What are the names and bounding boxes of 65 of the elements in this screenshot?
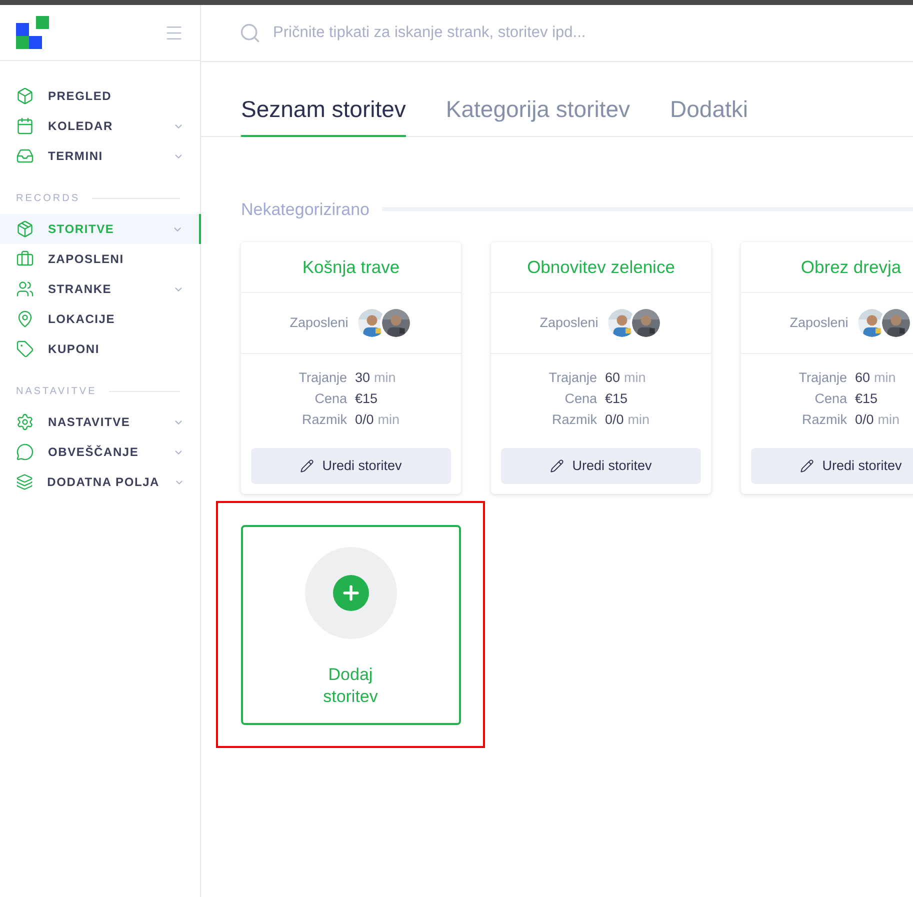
detail-value: 0/0 bbox=[355, 411, 374, 429]
service-name: Košnja trave bbox=[302, 256, 400, 279]
detail-value: €15 bbox=[855, 390, 878, 408]
detail-value: 60 bbox=[855, 369, 870, 387]
detail-value: €15 bbox=[605, 390, 628, 408]
detail-label: Razmik bbox=[800, 411, 847, 429]
map-pin-icon bbox=[16, 310, 34, 328]
service-name: Obnovitev zelenice bbox=[527, 256, 675, 279]
detail-value: €15 bbox=[355, 390, 378, 408]
detail-unit: min bbox=[624, 369, 646, 387]
search-icon bbox=[239, 22, 261, 44]
detail-label: Cena bbox=[814, 390, 847, 408]
sidebar-item[interactable]: ZAPOSLENI bbox=[0, 244, 200, 274]
pencil-icon bbox=[800, 459, 814, 473]
section-title: RECORDS bbox=[16, 192, 80, 206]
sidebar-item[interactable]: STRANKE bbox=[0, 274, 200, 304]
category-title: Nekategorizirano bbox=[241, 198, 370, 220]
detail-value: 0/0 bbox=[855, 411, 874, 429]
users-icon bbox=[16, 280, 34, 298]
tab[interactable]: Seznam storitev bbox=[241, 92, 406, 136]
pencil-icon bbox=[550, 459, 564, 473]
briefcase-icon bbox=[16, 250, 34, 268]
package-icon bbox=[16, 220, 34, 238]
sidebar-item[interactable]: OBVEŠČANJE bbox=[0, 437, 200, 467]
edit-service-button[interactable]: Uredi storitev bbox=[251, 448, 451, 484]
detail-unit: min bbox=[628, 411, 650, 429]
tag-icon bbox=[16, 340, 34, 358]
pencil-icon bbox=[300, 459, 314, 473]
sidebar-item[interactable]: DODATNA POLJA bbox=[0, 467, 200, 497]
detail-label: Razmik bbox=[300, 411, 347, 429]
detail-unit: min bbox=[878, 411, 900, 429]
employees-label: Zaposleni bbox=[540, 314, 598, 332]
chat-bubble-icon bbox=[16, 443, 34, 461]
section-title: NASTAVITVE bbox=[16, 385, 97, 399]
sidebar-item[interactable]: NASTAVITVE bbox=[0, 407, 200, 437]
box-icon bbox=[16, 87, 34, 105]
settings-icon bbox=[16, 413, 34, 431]
detail-value: 0/0 bbox=[605, 411, 624, 429]
detail-label: Trajanje bbox=[548, 369, 597, 387]
detail-unit: min bbox=[374, 369, 396, 387]
sidebar-item[interactable]: KUPONI bbox=[0, 334, 200, 364]
detail-label: Trajanje bbox=[798, 369, 847, 387]
detail-label: Cena bbox=[314, 390, 347, 408]
service-name: Obrez drevja bbox=[800, 256, 902, 279]
inbox-icon bbox=[16, 147, 34, 165]
detail-label: Cena bbox=[564, 390, 597, 408]
search-field[interactable]: Pričnite tipkati za iskanje strank, storitev ipd... bbox=[273, 21, 913, 45]
detail-unit: min bbox=[378, 411, 400, 429]
logo-icon bbox=[16, 16, 49, 49]
detail-value: 60 bbox=[605, 369, 620, 387]
plus-icon bbox=[332, 574, 368, 610]
employees-label: Zaposleni bbox=[790, 314, 848, 332]
edit-service-button[interactable]: Uredi storitev bbox=[751, 448, 913, 484]
employees-label: Zaposleni bbox=[290, 314, 348, 332]
sidebar-item[interactable]: LOKACIJE bbox=[0, 304, 200, 334]
calendar-icon bbox=[16, 117, 34, 135]
detail-label: Trajanje bbox=[298, 369, 347, 387]
detail-value: 30 bbox=[355, 369, 370, 387]
edit-service-button[interactable]: Uredi storitev bbox=[501, 448, 701, 484]
sidebar-item[interactable]: TERMINI bbox=[0, 141, 200, 171]
detail-label: Razmik bbox=[550, 411, 597, 429]
sidebar-item[interactable]: PREGLED bbox=[0, 81, 200, 111]
detail-unit: min bbox=[874, 369, 896, 387]
sidebar-item[interactable]: KOLEDAR bbox=[0, 111, 200, 141]
layers-icon bbox=[16, 473, 34, 491]
